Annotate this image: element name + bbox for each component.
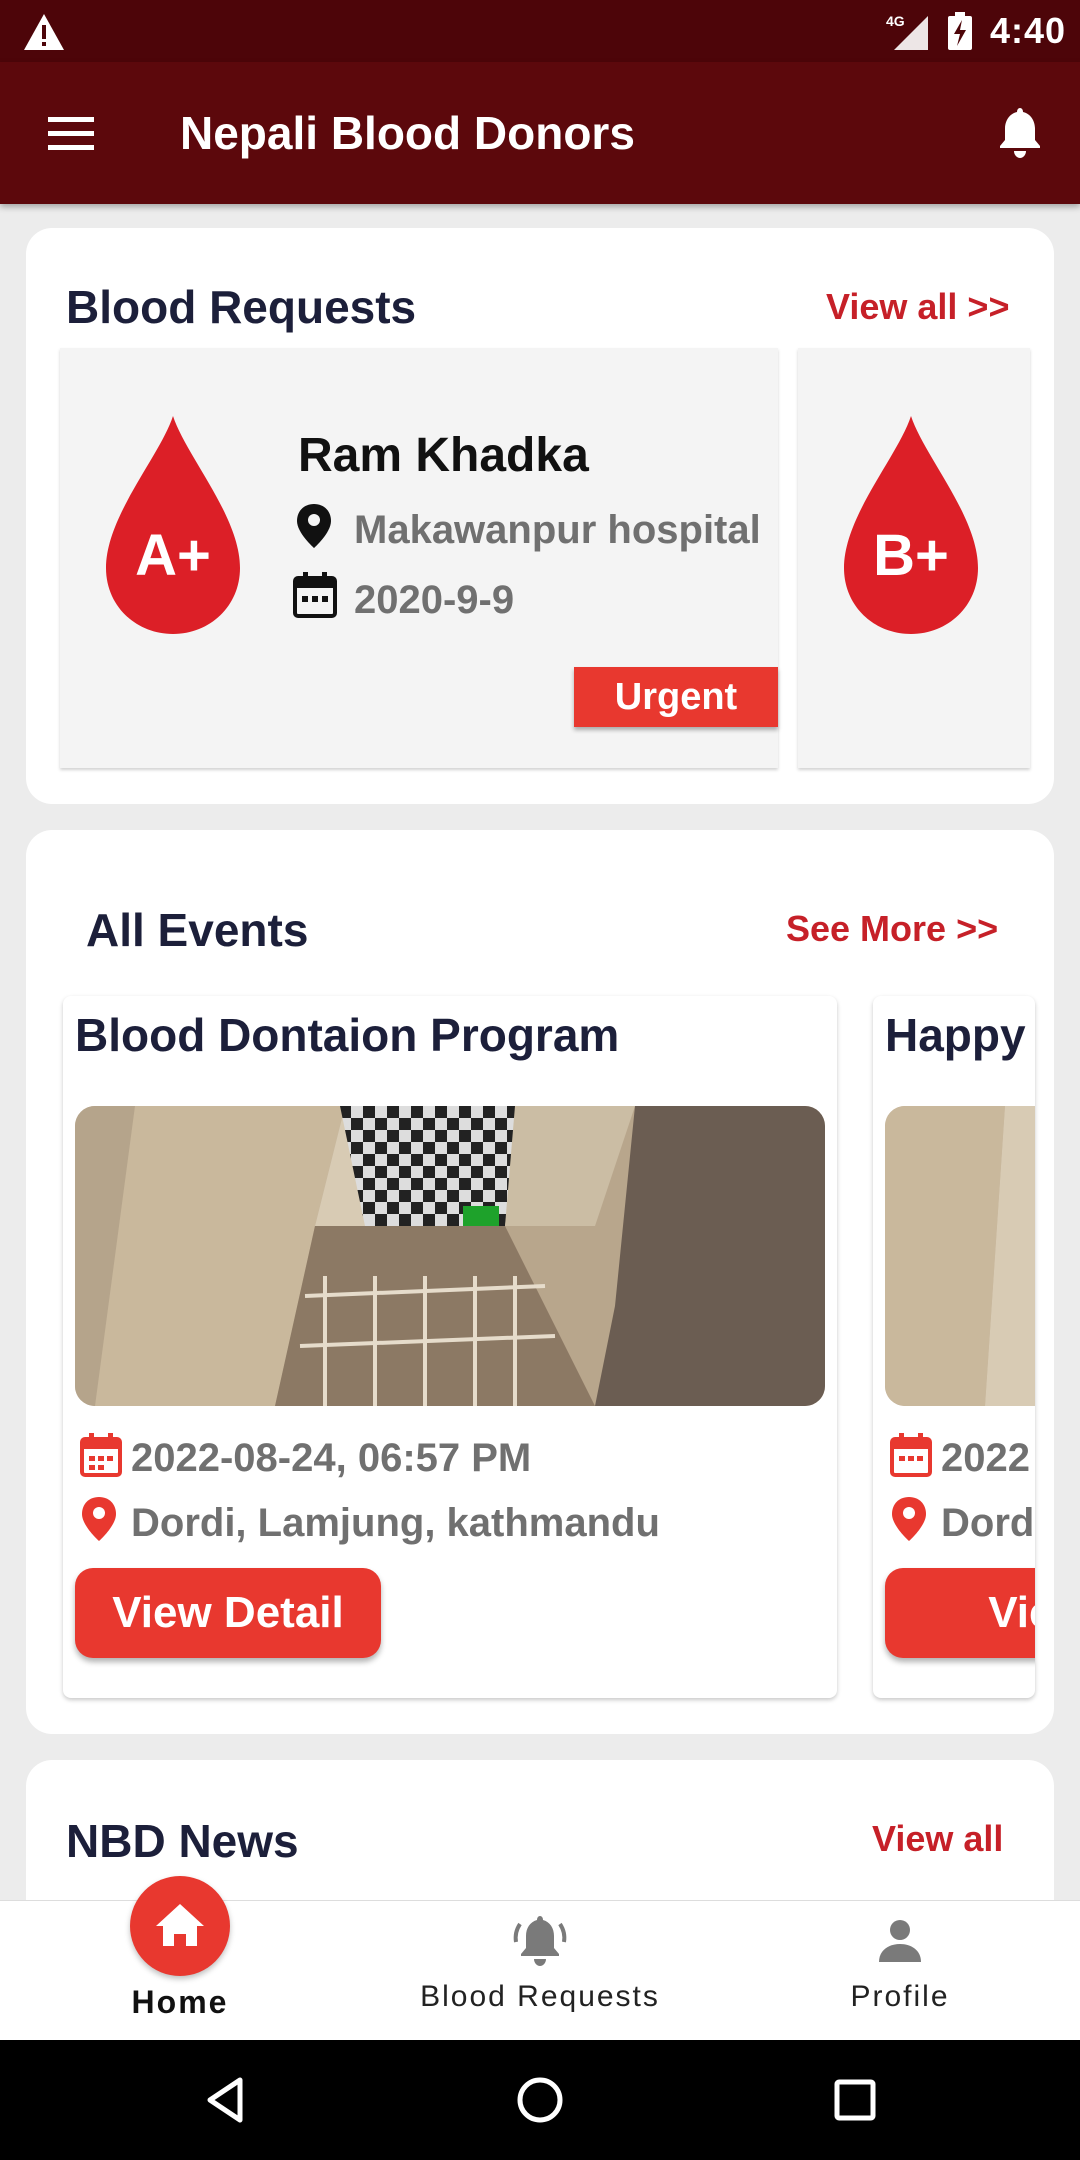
blood-drop-icon: B+ — [844, 416, 978, 636]
event-card[interactable]: Blood Dontaion Program 2022-08-24, 06:57… — [63, 996, 837, 1698]
event-datetime: 2022-08-24, 06:57 PM — [131, 1436, 532, 1480]
signal-icon: 4G — [886, 13, 928, 50]
event-datetime: 2022 — [941, 1436, 1030, 1480]
event-image — [885, 1106, 1035, 1406]
request-date: 2020-9-9 — [354, 578, 515, 622]
person-icon[interactable] — [875, 1916, 925, 1966]
event-title: Blood Dontaion Program — [75, 1009, 620, 1061]
event-card[interactable]: Happy 2022 Dordi View — [873, 996, 1035, 1698]
request-location: Makawanpur hospital — [354, 508, 761, 552]
location-pin-icon — [82, 1497, 116, 1541]
calendar-icon — [80, 1433, 122, 1477]
blood-requests-heading: Blood Requests — [66, 281, 417, 333]
location-pin-icon — [892, 1497, 926, 1541]
status-bar: 4G 4:40 — [0, 0, 1080, 62]
network-type-label: 4G — [886, 13, 905, 29]
news-view-all-link[interactable]: View all — [872, 1818, 1003, 1860]
calendar-icon — [890, 1433, 932, 1477]
news-heading: NBD News — [66, 1815, 299, 1867]
event-location: Dordi, Lamjung, kathmandu — [131, 1501, 660, 1545]
calendar-icon — [293, 572, 337, 618]
back-icon[interactable] — [200, 2075, 250, 2125]
blood-drop-icon: A+ — [106, 416, 240, 636]
view-detail-button[interactable]: View — [885, 1568, 1035, 1658]
nav-profile-label[interactable]: Profile — [820, 1980, 980, 2014]
nav-home-button[interactable] — [130, 1876, 230, 1976]
requester-name: Ram Khadka — [298, 429, 589, 482]
notification-bell-icon[interactable] — [994, 104, 1046, 160]
bell-ring-icon[interactable] — [510, 1912, 570, 1968]
recents-icon[interactable] — [830, 2075, 880, 2125]
blood-group-label: A+ — [135, 523, 211, 588]
hamburger-menu-icon[interactable] — [44, 107, 100, 159]
event-image — [75, 1106, 825, 1406]
events-see-more-link[interactable]: See More >> — [786, 908, 998, 950]
blood-requests-view-all-link[interactable]: View all >> — [826, 286, 1009, 328]
event-location: Dordi — [941, 1501, 1035, 1545]
blood-group-label: B+ — [873, 523, 949, 588]
nav-blood-requests-label[interactable]: Blood Requests — [400, 1980, 680, 2014]
home-icon — [156, 1904, 204, 1946]
event-title: Happy — [885, 1009, 1026, 1061]
clock: 4:40 — [990, 10, 1067, 51]
events-heading: All Events — [86, 904, 309, 956]
battery-charging-icon — [948, 12, 972, 50]
system-navigation-bar — [0, 2040, 1080, 2160]
home-circle-icon[interactable] — [515, 2075, 565, 2125]
app-title: Nepali Blood Donors — [180, 107, 635, 159]
urgent-badge: Urgent — [574, 667, 778, 727]
warning-icon — [24, 14, 64, 50]
nav-home-label[interactable]: Home — [130, 1984, 230, 2021]
app-bar: Nepali Blood Donors — [0, 62, 1080, 204]
location-pin-icon — [297, 504, 331, 548]
view-detail-button[interactable]: View Detail — [75, 1568, 381, 1658]
